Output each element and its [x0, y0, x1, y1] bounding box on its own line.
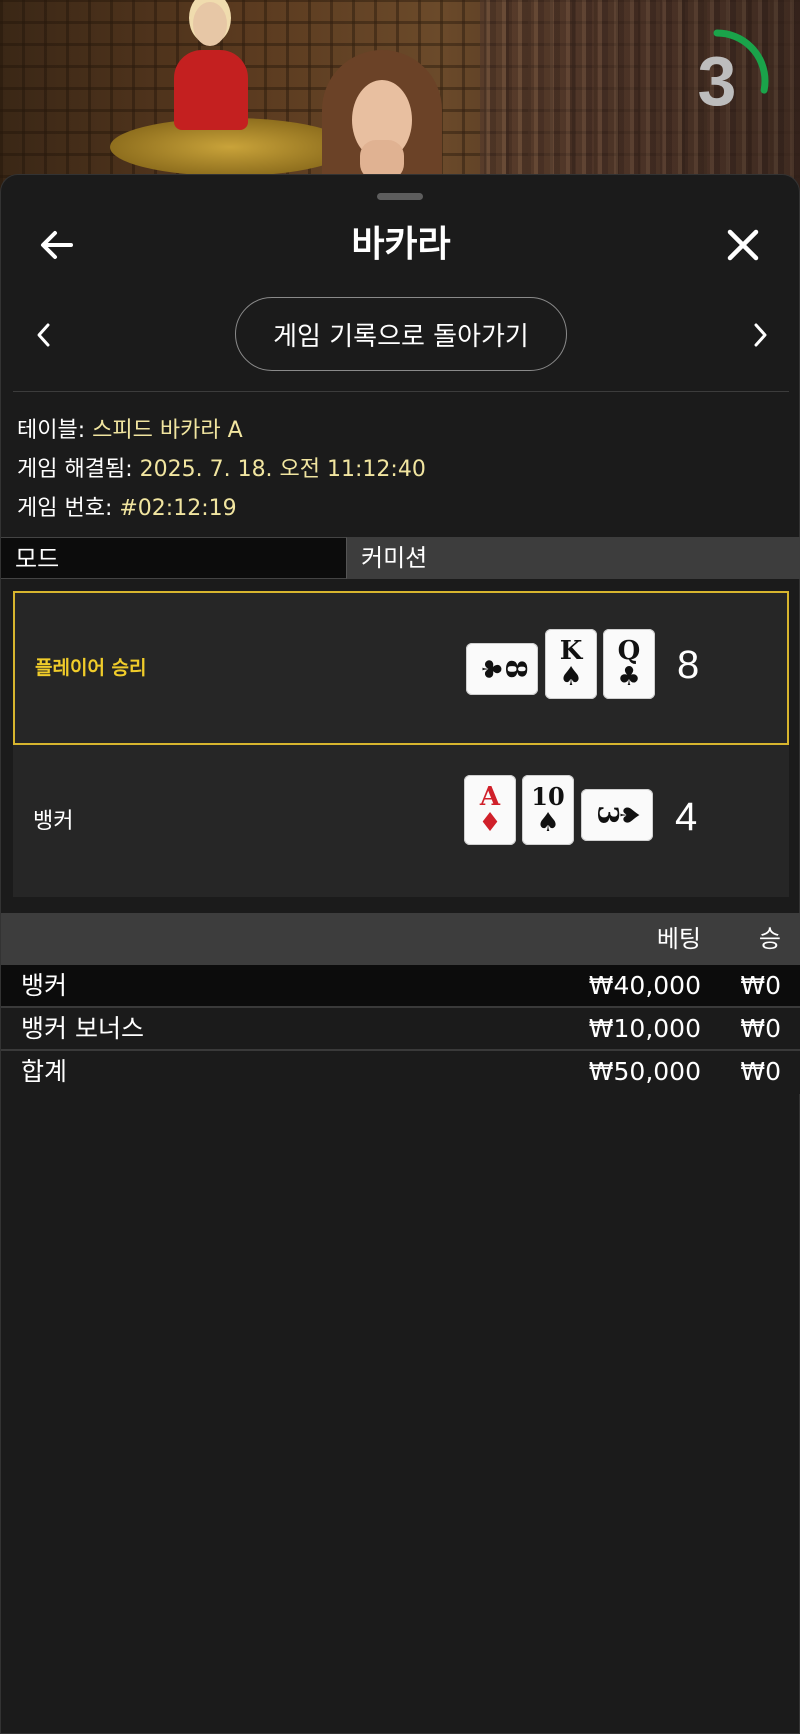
banker-card-3: 3 ♠ — [581, 789, 653, 841]
player-card-2: K ♠ — [545, 629, 597, 699]
card-rank: 8 — [499, 659, 533, 679]
round-result: 플레이어 승리 ♣ 8 K ♠ Q ♣ 8 뱅커 A ♦ 10 ♠ 3 ♠ 4 — [13, 591, 789, 897]
tab-commission[interactable]: 커미션 — [347, 537, 800, 579]
game-number-value: #02:12:19 — [119, 496, 237, 521]
game-number-label: 게임 번호: — [17, 496, 113, 521]
resolved-label: 게임 해결됨: — [17, 457, 133, 482]
table-info: 테이블: 스피드 바카라 A — [17, 411, 787, 450]
bets-table: 베팅 승 뱅커 ₩40,000 ₩0 뱅커 보너스 ₩10,000 ₩0 합계 … — [1, 913, 800, 1094]
player-score: 8 — [677, 643, 700, 687]
bets-table-header: 베팅 승 — [1, 913, 800, 965]
card-suit: ♦ — [478, 808, 502, 838]
sheet-header: 바카라 — [1, 215, 800, 275]
card-rank: 10 — [531, 782, 565, 811]
close-button[interactable] — [723, 225, 763, 265]
tab-mode[interactable]: 모드 — [1, 537, 347, 579]
card-suit: ♠ — [559, 662, 583, 692]
back-arrow-button[interactable] — [37, 225, 77, 265]
sheet-drag-handle[interactable] — [377, 193, 423, 200]
total-row: 합계 ₩50,000 ₩0 — [1, 1051, 800, 1094]
player-hand-row: 플레이어 승리 ♣ 8 K ♠ Q ♣ 8 — [13, 591, 789, 745]
game-info: 테이블: 스피드 바카라 A 게임 해결됨: 2025. 7. 18. 오전 1… — [17, 411, 787, 528]
next-game-button[interactable] — [747, 319, 773, 351]
game-detail-sheet: 바카라 게임 기록으로 돌아가기 테이블: 스피드 바카라 A 게임 해결됨: — [0, 174, 800, 1734]
bet-amount: ₩10,000 — [588, 1014, 701, 1043]
banker-hand-row: 뱅커 A ♦ 10 ♠ 3 ♠ 4 — [13, 745, 789, 897]
resolved-value: 2025. 7. 18. 오전 11:12:40 — [139, 457, 426, 482]
player-card-3: Q ♣ — [603, 629, 655, 699]
player-card-1: ♣ 8 — [466, 643, 538, 695]
live-video-feed: 3 — [0, 0, 800, 200]
previous-game-button[interactable] — [31, 319, 57, 351]
table-row: 뱅커 ₩40,000 ₩0 — [1, 965, 800, 1008]
table-value: 스피드 바카라 A — [92, 418, 243, 443]
player-result-label: 플레이어 승리 — [35, 657, 147, 679]
back-to-history-button[interactable]: 게임 기록으로 돌아가기 — [235, 297, 567, 371]
game-number-info: 게임 번호: #02:12:19 — [17, 489, 787, 528]
card-rank: Q — [617, 636, 641, 666]
bet-column-header: 베팅 — [656, 925, 701, 953]
bet-name: 뱅커 보너스 — [21, 1014, 144, 1043]
total-label: 합계 — [21, 1057, 68, 1086]
table-label: 테이블: — [17, 418, 86, 443]
divider — [13, 391, 789, 392]
page-title: 바카라 — [351, 224, 451, 265]
arrow-left-icon — [41, 231, 73, 259]
card-suit: ♠ — [536, 808, 560, 838]
card-suit: ♣ — [617, 662, 641, 692]
card-suit: ♠ — [613, 803, 644, 827]
banker-card-2: 10 ♠ — [522, 775, 574, 845]
close-icon — [727, 229, 759, 261]
win-column-header: 승 — [758, 925, 781, 953]
total-win-amount: ₩0 — [740, 1057, 781, 1086]
dealer-figure — [168, 0, 254, 130]
card-rank: K — [559, 636, 583, 666]
banker-result-label: 뱅커 — [33, 809, 74, 834]
total-bet-amount: ₩50,000 — [588, 1057, 701, 1086]
timer-value: 3 — [697, 42, 737, 120]
bet-name: 뱅커 — [21, 971, 68, 1000]
resolved-info: 게임 해결됨: 2025. 7. 18. 오전 11:12:40 — [17, 450, 787, 489]
card-rank: A — [479, 782, 501, 812]
win-amount: ₩0 — [740, 1014, 781, 1043]
banker-card-1: A ♦ — [464, 775, 516, 845]
table-row: 뱅커 보너스 ₩10,000 ₩0 — [1, 1008, 800, 1051]
game-navigation: 게임 기록으로 돌아가기 — [1, 295, 800, 375]
countdown-timer: 3 — [662, 26, 772, 136]
chevron-right-icon — [754, 323, 767, 347]
win-amount: ₩0 — [740, 971, 781, 1000]
chevron-left-icon — [37, 323, 50, 347]
banker-score: 4 — [675, 795, 698, 839]
bet-amount: ₩40,000 — [588, 971, 701, 1000]
mode-tabs: 모드 커미션 — [1, 537, 800, 579]
